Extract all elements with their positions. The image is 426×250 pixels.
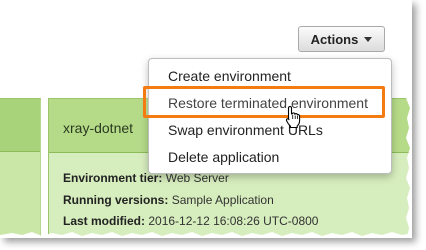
hand-pointer-icon [285, 105, 301, 129]
menu-item-swap-environment-urls[interactable]: Swap environment URLs [149, 119, 391, 141]
environment-tier-label: Environment tier: [63, 171, 163, 185]
last-modified-row: Last modified: 2016-12-12 16:08:26 UTC-0… [63, 214, 318, 228]
environment-card-partial[interactable] [0, 98, 41, 238]
running-versions-value: Sample Application [171, 193, 274, 207]
running-versions-row: Running versions: Sample Application [63, 193, 274, 207]
environment-name[interactable]: xray-dotnet [63, 120, 133, 136]
caret-down-icon [364, 36, 373, 42]
last-modified-label: Last modified: [63, 214, 146, 228]
torn-edge-right [406, 0, 412, 238]
menu-item-create-environment[interactable]: Create environment [149, 65, 391, 87]
last-modified-value: 2016-12-12 16:08:26 UTC-0800 [148, 214, 319, 228]
menu-item-delete-application[interactable]: Delete application [149, 146, 391, 168]
actions-button[interactable]: Actions [298, 26, 385, 52]
running-versions-label: Running versions: [63, 193, 169, 207]
screenshot-frame: Actions xray-dotnet Environment tier: We… [0, 0, 412, 238]
torn-edge-bottom [0, 232, 412, 238]
callout-highlight-box [143, 86, 385, 118]
environment-card-partial-header [0, 99, 40, 152]
actions-button-label: Actions [310, 31, 359, 47]
